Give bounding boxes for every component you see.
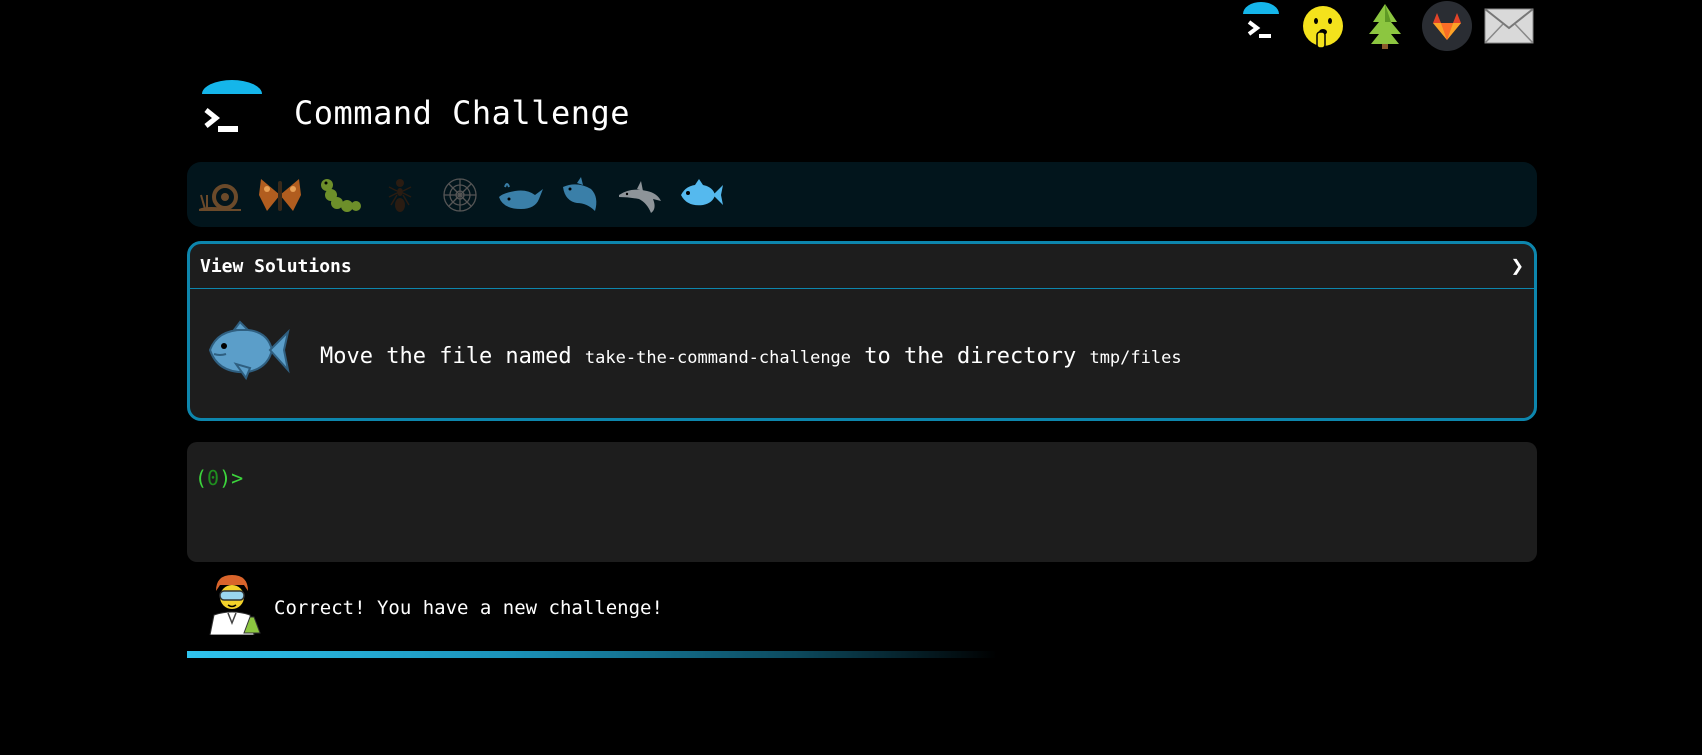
task-directory: tmp/files <box>1089 347 1182 368</box>
task-middle: to the directory <box>864 343 1077 369</box>
caterpillar-icon[interactable] <box>315 170 365 220</box>
level-strip <box>187 162 1537 227</box>
task-prefix: Move the file named <box>320 343 572 369</box>
header: Command Challenge <box>200 70 630 156</box>
tree-icon[interactable] <box>1360 1 1410 51</box>
page-title: Command Challenge <box>294 94 631 132</box>
dolphin-icon[interactable] <box>615 170 665 220</box>
spider-web-icon[interactable] <box>435 170 485 220</box>
mail-icon[interactable] <box>1484 1 1534 51</box>
challenge-body: Move the file named take-the-command-cha… <box>190 289 1534 418</box>
view-solutions-label: View Solutions <box>200 255 352 277</box>
ant-icon[interactable] <box>375 170 425 220</box>
shushing-face-icon[interactable] <box>1298 1 1348 51</box>
snail-icon[interactable] <box>195 170 245 220</box>
challenge-panel: View Solutions ❯ Move the file named tak… <box>187 241 1537 421</box>
prompt-open: ( <box>195 466 208 490</box>
feedback-message: Correct! You have a new challenge! <box>274 597 663 619</box>
view-solutions-toggle[interactable]: View Solutions ❯ <box>190 244 1534 289</box>
logo-icon[interactable] <box>200 80 262 146</box>
gitlab-icon[interactable] <box>1422 1 1472 51</box>
terminal-prompt: (0)> <box>195 466 243 490</box>
shark-icon[interactable] <box>555 170 605 220</box>
fish-icon[interactable] <box>675 170 725 220</box>
terminal-umbrella-icon[interactable] <box>1236 1 1286 51</box>
task-file-name: take-the-command-challenge <box>584 347 852 368</box>
progress-bar <box>187 651 997 658</box>
butterfly-icon[interactable] <box>255 170 305 220</box>
page: Command Challenge View Solutions ❯ Move … <box>0 0 1702 755</box>
prompt-close: )> <box>219 466 244 490</box>
scientist-avatar-icon <box>206 571 262 639</box>
feedback-area: Correct! You have a new challenge! <box>206 572 663 638</box>
prompt-exit-code: 0 <box>207 466 220 490</box>
chevron-right-icon: ❯ <box>1510 253 1524 279</box>
fish-level-icon <box>206 320 290 388</box>
terminal-input[interactable]: (0)> <box>187 442 1537 562</box>
whale-icon[interactable] <box>495 170 545 220</box>
top-nav <box>1236 0 1534 52</box>
task-description: Move the file named take-the-command-cha… <box>320 344 1182 369</box>
